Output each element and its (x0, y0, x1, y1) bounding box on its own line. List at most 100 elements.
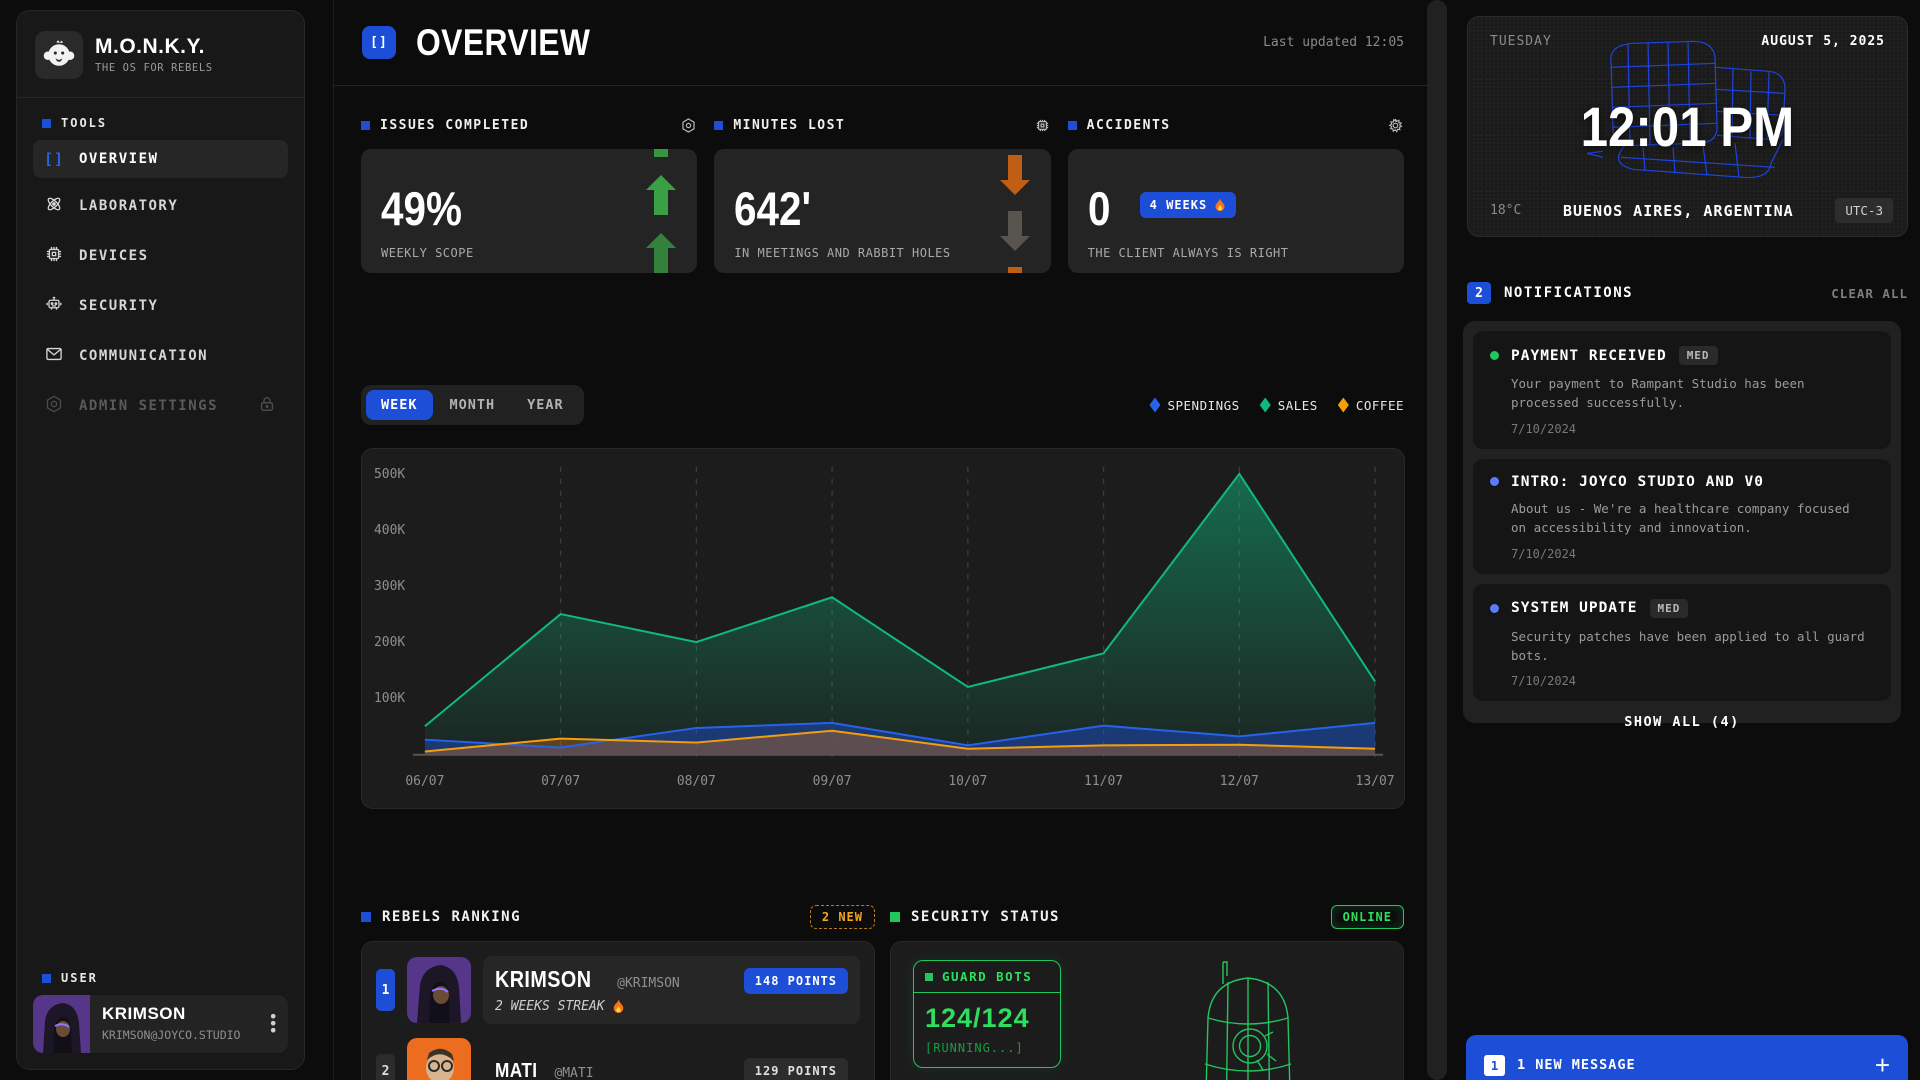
notification-intro[interactable]: INTRO: JOYCO STUDIO AND V0 About us - We… (1473, 459, 1891, 574)
show-all-button[interactable]: SHOW ALL (4) (1473, 701, 1891, 734)
legend-coffee[interactable]: COFFEE (1338, 398, 1404, 413)
notification-title: INTRO: JOYCO STUDIO AND V0 (1511, 474, 1764, 490)
stat-card-accidents: ACCIDENTS 0 4 WEEKS THE CLIENT ALWAYS IS… (1068, 116, 1404, 273)
app-tagline: THE OS FOR REBELS (95, 62, 213, 74)
points-badge: 148 POINTS (744, 968, 848, 994)
section-marker (361, 912, 371, 922)
ranking-row-1[interactable]: 1 KRIMSON @KRIMSON (376, 956, 860, 1024)
sidebar-item-communication[interactable]: COMMUNICATION (33, 334, 288, 378)
notification-title: SYSTEM UPDATE (1511, 600, 1638, 616)
ranking-card: 1 KRIMSON @KRIMSON (361, 941, 875, 1080)
module-value: 124/124 (925, 1003, 1049, 1034)
hexnut-icon[interactable] (680, 117, 697, 134)
period-tabs: WEEK MONTH YEAR (361, 385, 584, 425)
chart-legend: SPENDINGS SALES COFFEE (1149, 398, 1404, 413)
stat-marker (1068, 121, 1077, 130)
sidebar-item-devices[interactable]: DEVICES (33, 234, 288, 278)
module-marker (925, 973, 933, 981)
stat-marker (714, 121, 723, 130)
sidebar-item-admin-settings[interactable]: ADMIN SETTINGS (33, 384, 288, 428)
stat-label: WEEKLY SCOPE (381, 246, 474, 260)
svg-text:09/07: 09/07 (813, 774, 852, 789)
user-card[interactable]: KRIMSON KRIMSON@JOYCO.STUDIO ••• (33, 995, 288, 1053)
legend-spendings[interactable]: SPENDINGS (1149, 398, 1239, 413)
user-name: KRIMSON (102, 1004, 276, 1024)
stat-label: IN MEETINGS AND RABBIT HOLES (734, 246, 950, 260)
temperature-label: 18°C (1490, 203, 1521, 218)
atom-icon (44, 194, 64, 218)
sidebar-item-security[interactable]: SECURITY (33, 284, 288, 328)
rebel-name: MATI (495, 1060, 537, 1080)
app-identity: M.O.N.K.Y. THE OS FOR REBELS (95, 36, 213, 74)
stat-value: 49% (381, 185, 462, 232)
notification-date: 7/10/2024 (1511, 674, 1875, 688)
svg-text:500K: 500K (374, 467, 405, 482)
new-message-bar[interactable]: 1 1 NEW MESSAGE + (1466, 1035, 1908, 1080)
notification-date: 7/10/2024 (1511, 547, 1875, 561)
clear-all-button[interactable]: CLEAR ALL (1831, 286, 1908, 301)
guard-bots-module: GUARD BOTS 124/124 [RUNNING...] (913, 960, 1061, 1068)
page-title: OVERVIEW (416, 22, 590, 64)
chip-icon[interactable] (1034, 117, 1051, 134)
rank-badge: 1 (376, 969, 395, 1011)
scrollbar[interactable] (1427, 0, 1447, 1080)
notification-date: 7/10/2024 (1511, 422, 1875, 436)
page-header: [] OVERVIEW Last updated 12:05 (334, 0, 1432, 86)
user-menu-kebab-icon[interactable]: ••• (268, 1013, 278, 1035)
burst-gear-icon[interactable] (1387, 117, 1404, 134)
priority-badge: MED (1650, 599, 1689, 618)
svg-text:08/07: 08/07 (677, 774, 716, 789)
svg-text:11/07: 11/07 (1084, 774, 1123, 789)
avatar (407, 1038, 471, 1080)
legend-sales[interactable]: SALES (1260, 398, 1318, 413)
ranking-title: REBELS RANKING (382, 909, 521, 925)
svg-text:300K: 300K (374, 579, 405, 594)
plus-icon[interactable]: + (1875, 1052, 1890, 1078)
stat-box: 642' IN MEETINGS AND RABBIT HOLES (714, 149, 1050, 273)
notifications-panel: PAYMENT RECEIVED MED Your payment to Ram… (1463, 321, 1901, 723)
rebels-ranking-section: REBELS RANKING 2 NEW 1 KRIMSON (361, 905, 875, 1080)
tab-month[interactable]: MONTH (435, 390, 511, 420)
security-card: GUARD BOTS 124/124 [RUNNING...] FIREWALL (890, 941, 1404, 1080)
sidebar-item-overview[interactable]: [] OVERVIEW (33, 140, 288, 178)
tab-week[interactable]: WEEK (366, 390, 433, 420)
user-info: KRIMSON KRIMSON@JOYCO.STUDIO ••• (90, 995, 288, 1053)
trend-down-arrows (995, 149, 1035, 273)
clock-widget: TUESDAY AUGUST 5, 2025 12:01 PM 18°C BUE… (1467, 16, 1908, 237)
svg-text:07/07: 07/07 (541, 774, 580, 789)
notification-title: PAYMENT RECEIVED (1511, 348, 1667, 364)
stat-box: 0 4 WEEKS THE CLIENT ALWAYS IS RIGHT (1068, 149, 1404, 273)
dashboard-screen: M.O.N.K.Y. THE OS FOR REBELS TOOLS [] OV… (0, 0, 1920, 1080)
sidebar-nav: [] OVERVIEW LABORATORY DEVICES (33, 140, 288, 428)
sidebar-item-laboratory[interactable]: LABORATORY (33, 184, 288, 228)
ranking-row-main: MATI @MATI 129 POINTS (483, 1038, 860, 1080)
diamond-icon (1260, 398, 1271, 413)
clock-time: 12:01 PM (1581, 94, 1795, 159)
app-logo-row: M.O.N.K.Y. THE OS FOR REBELS (33, 27, 288, 83)
flame-icon (1214, 198, 1226, 212)
priority-badge: MED (1679, 346, 1718, 365)
status-dot (1490, 477, 1499, 486)
stat-value: 642' (734, 185, 811, 232)
module-name: GUARD BOTS (942, 969, 1032, 984)
avatar (407, 957, 471, 1023)
stat-card-issues: ISSUES COMPLETED 49% WEEKLY SCOPE (361, 116, 697, 273)
notification-body: Your payment to Rampant Studio has been … (1511, 374, 1871, 413)
ranking-row-2[interactable]: 2 MATI @MATI (376, 1038, 860, 1080)
notification-body: Security patches have been applied to al… (1511, 627, 1871, 666)
overview-icon: [] (362, 26, 396, 59)
status-dot (1490, 351, 1499, 360)
svg-text:06/07: 06/07 (405, 774, 444, 789)
user-avatar (33, 995, 90, 1053)
user-section-label: USER (42, 971, 288, 985)
area-chart[interactable]: 100K200K300K400K500K06/0707/0708/0709/07… (361, 448, 1405, 809)
notification-system-update[interactable]: SYSTEM UPDATE MED Security patches have … (1473, 584, 1891, 702)
notification-payment[interactable]: PAYMENT RECEIVED MED Your payment to Ram… (1473, 331, 1891, 449)
streak-badge: 4 WEEKS (1140, 192, 1237, 218)
tab-year[interactable]: YEAR (512, 390, 579, 420)
rebel-handle: @MATI (554, 1066, 593, 1080)
weekday-label: TUESDAY (1490, 34, 1552, 49)
content-divider (333, 0, 334, 1080)
lock-icon (257, 394, 277, 418)
stats-row: ISSUES COMPLETED 49% WEEKLY SCOPE MINUTE… (361, 116, 1404, 273)
